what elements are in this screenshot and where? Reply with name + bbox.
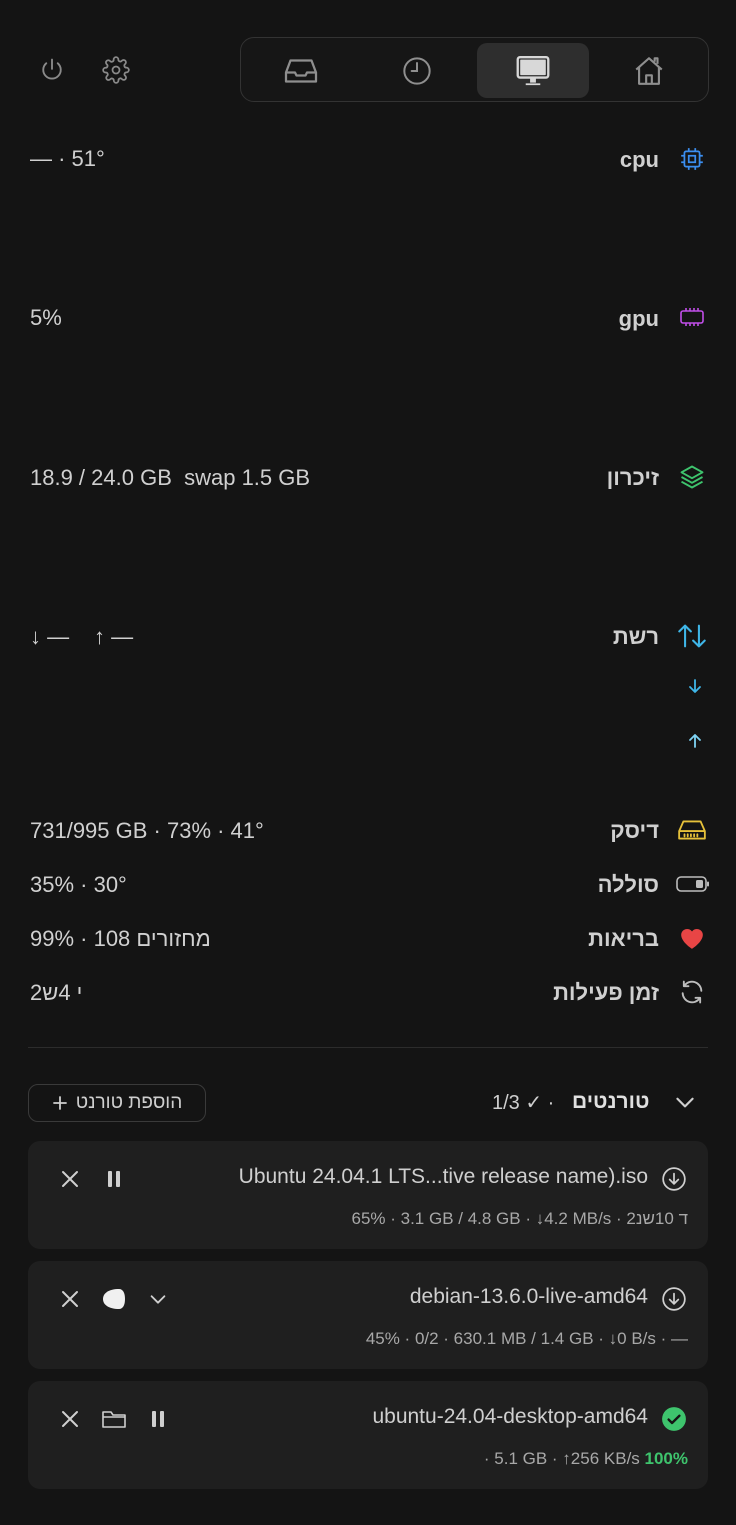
pause-icon	[152, 1411, 164, 1427]
layers-icon	[677, 462, 707, 492]
transfer-icon	[677, 621, 707, 651]
inbox-icon	[284, 58, 318, 83]
monitor-icon	[516, 55, 550, 85]
torrent-stats: 65% · 3.1 GB / 4.8 GB · ↓4.2 MB/s · ד 10…	[351, 1209, 688, 1228]
torrent-stats-detail: · 5.1 GB · ↑256 KB/s	[483, 1449, 645, 1468]
view-tabs	[240, 37, 709, 102]
network-label: רשת	[612, 624, 659, 649]
network-down-value: ↓ —	[30, 624, 70, 649]
download-circle-icon	[661, 1286, 687, 1312]
pause-icon	[108, 1171, 120, 1187]
piece-progress-button[interactable]	[100, 1285, 128, 1313]
expand-button[interactable]	[144, 1285, 172, 1313]
shell-icon	[103, 1289, 125, 1309]
torrent-item: debian-13.6.0-live-amd64 45% · 0/2 · 630…	[28, 1261, 708, 1369]
health-value: 99% · 108 מחזורים	[30, 926, 211, 951]
download-arrow-icon	[686, 677, 704, 695]
cpu-value: — · 51°	[30, 146, 105, 171]
power-button[interactable]	[36, 54, 68, 86]
clock-icon	[403, 56, 431, 85]
refresh-icon	[677, 977, 707, 1007]
remove-button[interactable]	[56, 1165, 84, 1193]
memory-value: 18.9 / 24.0 GB swap 1.5 GB	[30, 465, 311, 490]
battery-label: סוללה	[597, 872, 659, 897]
close-icon	[62, 1171, 78, 1187]
settings-button[interactable]	[100, 54, 132, 86]
battery-value: 35% · 30°	[30, 872, 127, 897]
torrent-item: Ubuntu 24.04.1 LTS...tive release name).…	[28, 1141, 708, 1249]
section-divider	[28, 1047, 708, 1048]
uptime-label: זמן פעילות	[553, 980, 659, 1005]
torrent-name: ubuntu-24.04-desktop-amd64	[372, 1405, 648, 1428]
gpu-label: gpu	[618, 306, 659, 331]
close-icon	[62, 1411, 78, 1427]
open-folder-button[interactable]	[100, 1405, 128, 1433]
torrents-summary: 1/3 ✓ ·	[492, 1092, 555, 1114]
torrent-stats: 45% · 0/2 · 630.1 MB / 1.4 GB · ↓0 B/s ·…	[365, 1329, 688, 1348]
torrents-title: טורנטים	[572, 1090, 650, 1113]
tab-system[interactable]	[477, 43, 589, 98]
torrent-progress-percent: 100%	[644, 1449, 688, 1468]
add-torrent-button[interactable]: הוספת טורנט	[28, 1084, 206, 1122]
tab-home[interactable]	[593, 43, 705, 98]
gpu-icon	[677, 302, 707, 332]
chevron-down-icon	[150, 1295, 166, 1304]
cpu-icon	[677, 144, 707, 174]
gpu-value: 5%	[30, 305, 62, 330]
remove-button[interactable]	[56, 1285, 84, 1313]
add-torrent-label: הוספת טורנט	[75, 1092, 183, 1113]
download-circle-icon	[661, 1166, 687, 1192]
drive-icon	[677, 815, 707, 845]
cpu-label: cpu	[619, 147, 659, 172]
collapse-button[interactable]	[672, 1089, 698, 1115]
torrent-stats: · 5.1 GB · ↑256 KB/s 100%	[484, 1449, 688, 1469]
disk-label: דיסק	[610, 818, 659, 843]
gear-icon	[102, 56, 130, 84]
torrent-name: debian-13.6.0-live-amd64	[409, 1285, 648, 1308]
disk-value: 731/995 GB · 73% · 41°	[30, 818, 264, 843]
network-up-value: ↑ —	[94, 624, 134, 649]
health-label: בריאות	[588, 926, 659, 951]
upload-arrow-icon	[686, 732, 704, 750]
torrent-name: Ubuntu 24.04.1 LTS...tive release name).…	[238, 1165, 648, 1188]
heart-icon	[677, 923, 707, 953]
chevron-down-icon	[676, 1097, 694, 1108]
pause-button[interactable]	[100, 1165, 128, 1193]
folder-icon	[102, 1411, 126, 1428]
remove-button[interactable]	[56, 1405, 84, 1433]
memory-label: זיכרון	[606, 465, 659, 490]
uptime-value: 2י 4ש	[30, 980, 83, 1005]
power-icon	[42, 58, 62, 80]
tab-history[interactable]	[361, 43, 473, 98]
torrent-item: ubuntu-24.04-desktop-amd64 · 5.1 GB · ↑2…	[28, 1381, 708, 1489]
battery-icon	[675, 869, 711, 899]
close-icon	[62, 1291, 78, 1307]
pause-button[interactable]	[144, 1405, 172, 1433]
plus-icon	[52, 1096, 67, 1110]
tab-inbox[interactable]	[245, 43, 357, 98]
check-circle-icon	[661, 1406, 687, 1432]
home-icon	[635, 56, 663, 85]
